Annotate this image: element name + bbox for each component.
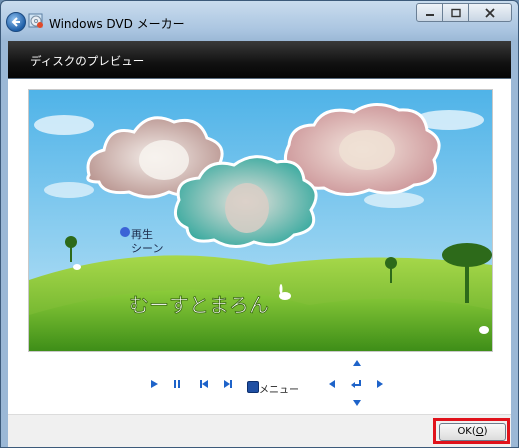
back-button[interactable] — [6, 12, 26, 32]
playback-controls: メニュー — [8, 350, 511, 414]
dvd-maker-window: Windows DVD メーカー ディスクのプレビュー 再生 シーン むーすとま… — [0, 0, 519, 448]
ok-button-label: OK( — [457, 426, 476, 437]
disc-menu-artwork: 再生 シーン むーすとまろん — [29, 90, 492, 351]
close-button[interactable] — [468, 3, 512, 22]
title-bar: Windows DVD メーカー — [1, 1, 518, 41]
pause-icon[interactable] — [171, 378, 183, 390]
play-icon[interactable] — [148, 378, 160, 390]
ok-button[interactable]: OK(O) — [439, 423, 506, 441]
disc-menu-preview[interactable]: 再生 シーン むーすとまろん — [28, 89, 493, 352]
arrow-left-icon[interactable] — [326, 378, 338, 390]
enter-icon[interactable] — [350, 378, 362, 390]
disc-title: むーすとまろん — [129, 293, 269, 317]
highlight-frame: OK(O) — [433, 418, 510, 444]
scenes-menu-item: シーン — [131, 242, 163, 255]
next-chapter-icon[interactable] — [222, 378, 234, 390]
arrow-down-icon[interactable] — [351, 397, 363, 409]
play-menu-item: 再生 — [131, 227, 153, 241]
ok-button-accesskey: O — [475, 426, 484, 437]
dvd-maker-app-icon — [28, 13, 43, 28]
menu-button-label[interactable]: メニュー — [259, 381, 299, 396]
ok-button-label-close: ) — [483, 426, 488, 437]
page-header: ディスクのプレビュー — [8, 41, 511, 79]
close-icon — [485, 7, 495, 18]
back-arrow-icon — [11, 17, 20, 27]
maximize-icon — [450, 8, 461, 17]
footer-bar: OK(O) — [8, 414, 511, 447]
menu-icon[interactable] — [247, 381, 259, 393]
arrow-right-icon[interactable] — [374, 378, 386, 390]
minimize-icon — [425, 13, 434, 16]
previous-chapter-icon[interactable] — [198, 378, 210, 390]
maximize-button[interactable] — [442, 3, 469, 22]
minimize-button[interactable] — [416, 3, 443, 22]
content-area: 再生 シーン むーすとまろん メニュー — [8, 79, 511, 414]
arrow-up-icon[interactable] — [351, 357, 363, 369]
page-title: ディスクのプレビュー — [30, 54, 145, 68]
caption-buttons — [416, 3, 512, 22]
window-title: Windows DVD メーカー — [49, 17, 185, 31]
